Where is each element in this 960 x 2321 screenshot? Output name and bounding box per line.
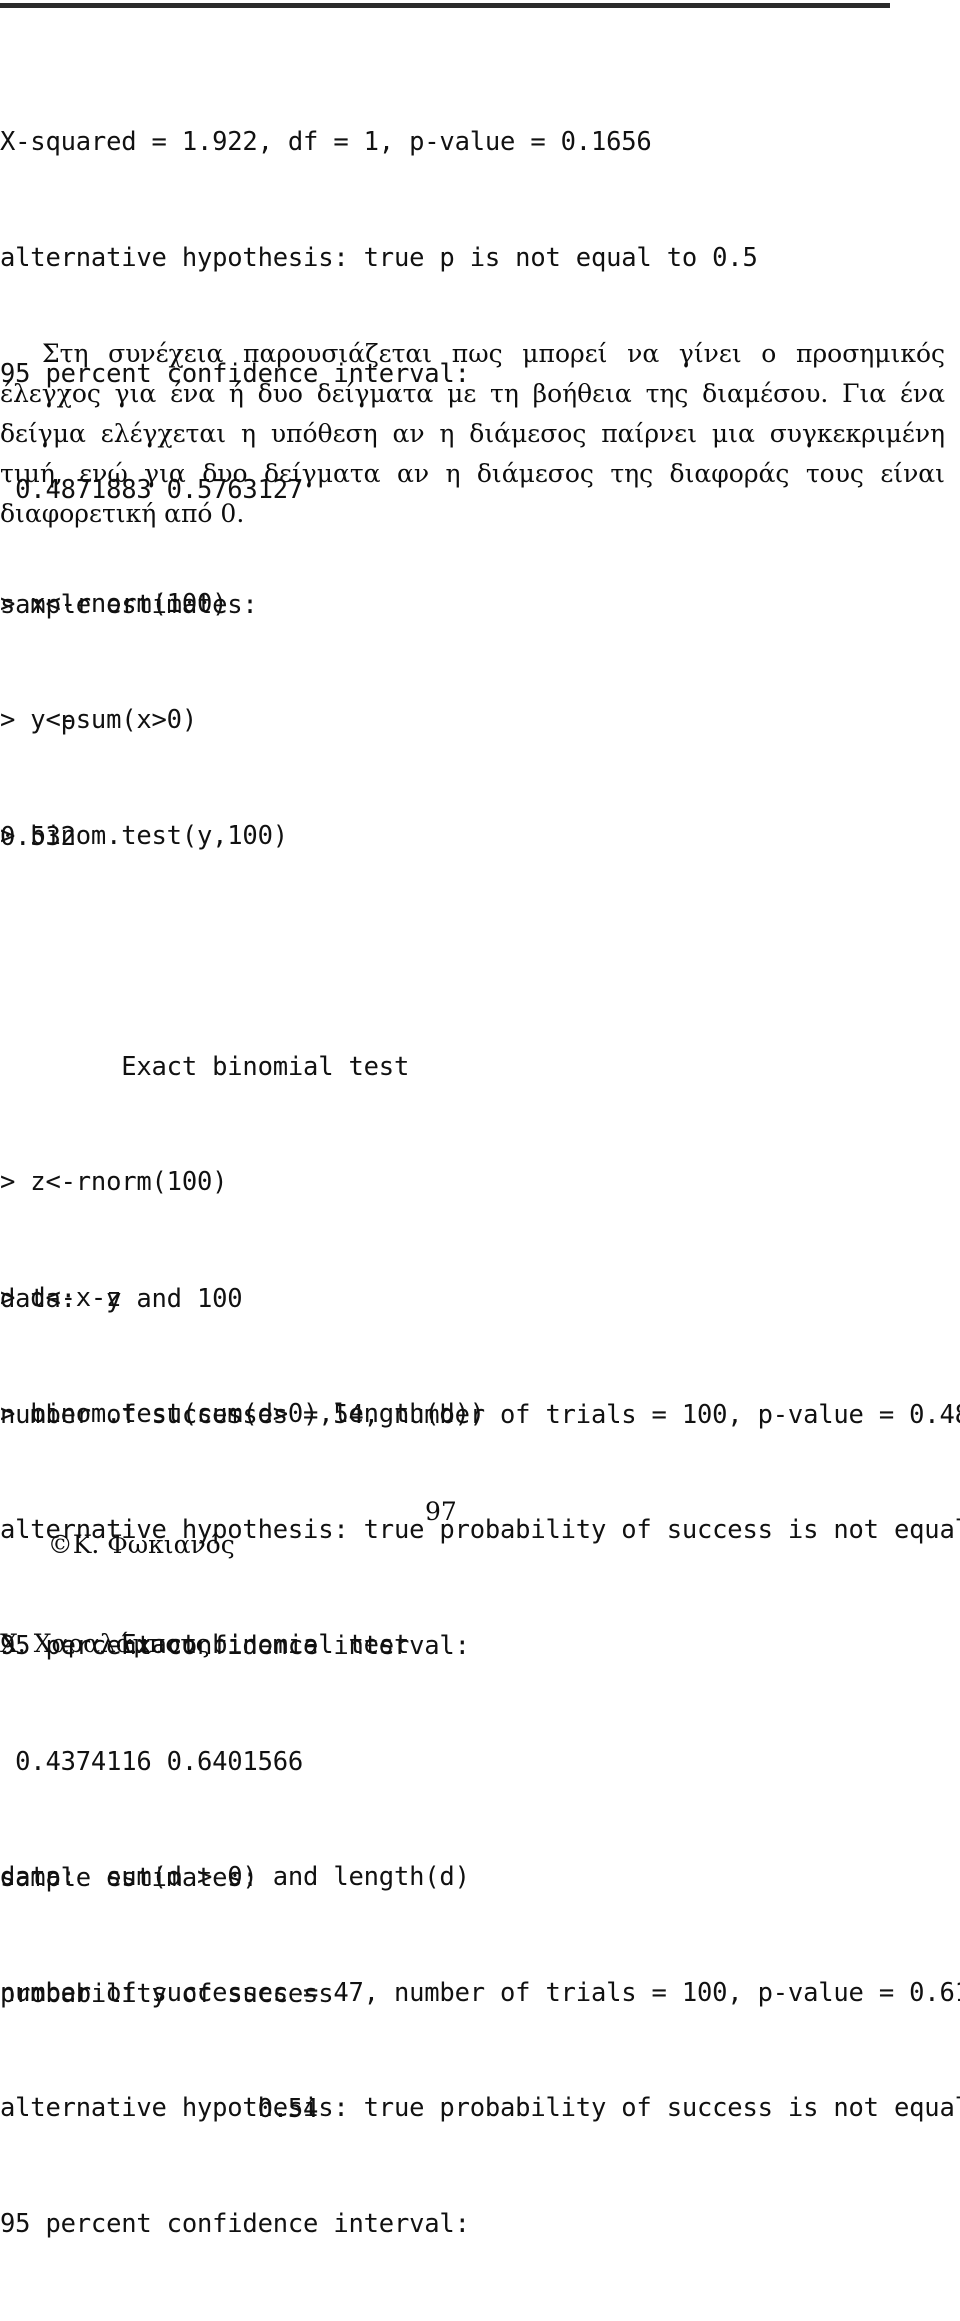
paragraph-text: Στη συνέχεια παρουσιάζεται πως μπορεί να… bbox=[0, 339, 945, 528]
console-line: alternative hypothesis: true p is not eq… bbox=[0, 242, 758, 273]
console-line: number of successes = 47, number of tria… bbox=[0, 1977, 960, 2008]
console-line: alternative hypothesis: true probability… bbox=[0, 2093, 960, 2124]
footer-copyright-line-2: Χ. Χαραλάμπους bbox=[0, 1629, 210, 1658]
document-page: X-squared = 1.922, df = 1, p-value = 0.1… bbox=[0, 0, 960, 2239]
footer-copyright-line-1: ©Κ. Φωκιανός 97 bbox=[0, 1495, 960, 1627]
console-line-blank bbox=[0, 933, 960, 972]
console-line: data: sum(d > 0) and length(d) bbox=[0, 1861, 470, 1892]
console-line: > binom.test(sum(d>0),length(d)) bbox=[0, 1398, 485, 1429]
console-line: X-squared = 1.922, df = 1, p-value = 0.1… bbox=[0, 127, 652, 158]
page-number: 97 bbox=[425, 1497, 457, 1526]
footer-author-1: ©Κ. Φωκιανός bbox=[47, 1530, 235, 1559]
console-line-test-title: Exact binomial test bbox=[0, 1052, 410, 1083]
console-line: > x<-rnorm(100) bbox=[0, 589, 228, 620]
console-line-blank bbox=[0, 1742, 960, 1781]
console-block-binom-two-sample: > z<-rnorm(100) > d<-x-z > binom.test(su… bbox=[0, 1086, 960, 2321]
page-footer: ©Κ. Φωκιανός 97 Χ. Χαραλάμπους bbox=[0, 1495, 960, 1660]
console-line: > y<-sum(x>0) bbox=[0, 704, 197, 735]
header-rule bbox=[0, 3, 890, 8]
console-line: 95 percent confidence interval: bbox=[0, 2209, 470, 2240]
console-line: > d<-x-z bbox=[0, 1282, 122, 1313]
body-paragraph: Στη συνέχεια παρουσιάζεται πως μπορεί να… bbox=[0, 334, 945, 534]
console-line: > binom.test(y,100) bbox=[0, 820, 288, 851]
console-line: > z<-rnorm(100) bbox=[0, 1167, 228, 1198]
